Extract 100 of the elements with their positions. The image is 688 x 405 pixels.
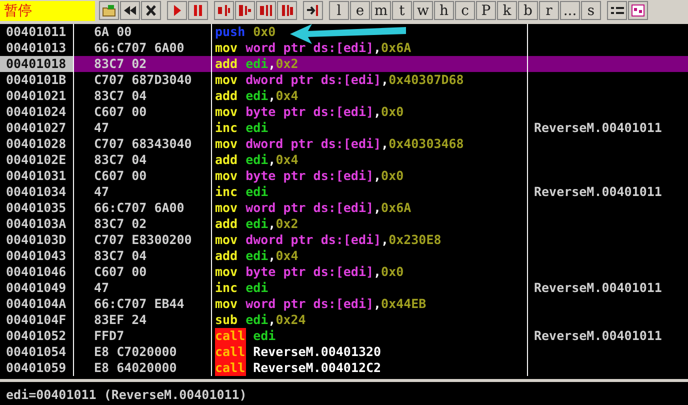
- operand: edi: [246, 120, 268, 136]
- mnemonic: mov: [215, 72, 239, 88]
- hex-cell: E8 64020000: [74, 360, 212, 376]
- address-cell[interactable]: 00401052: [0, 328, 74, 344]
- operand: edi: [246, 248, 268, 264]
- operand: word ptr ds:[edi]: [246, 200, 374, 216]
- address-cell[interactable]: 0040103A: [0, 216, 74, 232]
- mnemonic: inc: [215, 280, 239, 296]
- address-cell[interactable]: 00401043: [0, 248, 74, 264]
- address-cell[interactable]: 00401049: [0, 280, 74, 296]
- toolbar-letter-button[interactable]: t: [392, 1, 412, 20]
- mnemonic: call: [215, 360, 246, 376]
- operand: ,: [381, 232, 389, 248]
- mnemonic: mov: [215, 264, 239, 280]
- operand: 0x4: [276, 88, 298, 104]
- hex-cell: C707 68343040: [74, 136, 212, 152]
- operand: 0x24: [276, 312, 306, 328]
- mnemonic: add: [215, 216, 239, 232]
- mnemonic: sub: [215, 312, 239, 328]
- address-cell[interactable]: 00401035: [0, 200, 74, 216]
- operand: 0x0: [381, 264, 404, 280]
- toolbar-letter-button[interactable]: r: [539, 1, 559, 20]
- operand: ,: [374, 296, 382, 312]
- hex-cell: E8 C7020000: [74, 344, 212, 360]
- operand: dword ptr ds:[edi]: [246, 72, 382, 88]
- operand: ,: [268, 152, 276, 168]
- hex-cell: 83C7 04: [74, 88, 212, 104]
- hex-cell: 83C7 02: [74, 216, 212, 232]
- toolbar-letter-button[interactable]: k: [497, 1, 517, 20]
- operand: 0x0: [381, 168, 404, 184]
- address-cell[interactable]: 0040104A: [0, 296, 74, 312]
- address-cell[interactable]: 00401028: [0, 136, 74, 152]
- operand: edi: [246, 88, 268, 104]
- operand: 0x44EB: [381, 296, 426, 312]
- hex-cell: 83EF 24: [74, 312, 212, 328]
- mnemonic: inc: [215, 120, 239, 136]
- address-cell[interactable]: 00401046: [0, 264, 74, 280]
- operand: 0x2: [276, 56, 298, 72]
- info-text: edi=00401011 (ReverseM.00401011): [5, 387, 247, 402]
- mnemonic: mov: [215, 296, 239, 312]
- operand: 0x2: [276, 216, 298, 232]
- address-cell[interactable]: 0040101B: [0, 72, 74, 88]
- hex-cell: C607 00: [74, 264, 212, 280]
- mnemonic: inc: [215, 184, 239, 200]
- operand: byte ptr ds:[edi]: [246, 264, 374, 280]
- hex-cell: FFD7: [74, 328, 212, 344]
- toolbar-letter-button[interactable]: P: [476, 1, 496, 20]
- operand: ,: [374, 168, 382, 184]
- operand: ,: [268, 88, 276, 104]
- mnemonic: mov: [215, 168, 239, 184]
- operand: ,: [374, 264, 382, 280]
- operand: 0x40303468: [388, 136, 464, 152]
- comment-cell-text: ReverseM.00401011: [533, 280, 662, 296]
- toolbar-letter-button[interactable]: b: [518, 1, 538, 20]
- mnemonic: call: [215, 328, 246, 344]
- toolbar-letter-button[interactable]: h: [434, 1, 454, 20]
- operand: dword ptr ds:[edi]: [246, 136, 382, 152]
- mnemonic: mov: [215, 40, 239, 56]
- address-cell[interactable]: 00401031: [0, 168, 74, 184]
- status-label: 暂停: [0, 0, 95, 20]
- operand: ,: [374, 200, 382, 216]
- toolbar-letter-button[interactable]: w: [413, 1, 433, 20]
- address-cell[interactable]: 00401021: [0, 88, 74, 104]
- operand: ReverseM.004012C2: [253, 360, 382, 376]
- address-cell[interactable]: 00401027: [0, 120, 74, 136]
- operand: edi: [246, 152, 268, 168]
- comment-cell-text: ReverseM.00401011: [533, 184, 662, 200]
- operand: ,: [374, 104, 382, 120]
- address-cell[interactable]: 00401054: [0, 344, 74, 360]
- address-cell[interactable]: 00401018: [0, 56, 74, 72]
- toolbar-letter-button[interactable]: s: [581, 1, 601, 20]
- hex-cell: 66:C707 6A00: [74, 200, 212, 216]
- toolbar-letter-button[interactable]: m: [371, 1, 391, 20]
- address-cell[interactable]: 00401059: [0, 360, 74, 376]
- address-cell[interactable]: 0040104F: [0, 312, 74, 328]
- hex-cell: C607 00: [74, 168, 212, 184]
- toolbar-letter-button[interactable]: c: [455, 1, 475, 20]
- address-cell[interactable]: 00401011: [0, 24, 74, 40]
- toolbar-letter-button[interactable]: l: [329, 1, 349, 20]
- operand: ,: [268, 216, 276, 232]
- address-cell[interactable]: 0040103D: [0, 232, 74, 248]
- address-cell[interactable]: 00401034: [0, 184, 74, 200]
- mnemonic: mov: [215, 136, 239, 152]
- toolbar-letter-button[interactable]: ...: [560, 1, 580, 20]
- mnemonic: mov: [215, 232, 239, 248]
- operand: ,: [268, 312, 276, 328]
- address-cell[interactable]: 0040102E: [0, 152, 74, 168]
- operand: edi: [246, 184, 268, 200]
- hex-cell: 47: [74, 280, 212, 296]
- mnemonic: add: [215, 248, 239, 264]
- operand: 0x0: [381, 104, 404, 120]
- operand: edi: [246, 216, 268, 232]
- operand: edi: [246, 312, 268, 328]
- address-cell[interactable]: 00401024: [0, 104, 74, 120]
- hex-cell: C607 00: [74, 104, 212, 120]
- operand: 0x40307D68: [388, 72, 464, 88]
- operand: ,: [381, 72, 389, 88]
- hex-cell: 83C7 04: [74, 152, 212, 168]
- hex-cell: 83C7 04: [74, 248, 212, 264]
- toolbar-letter-button[interactable]: e: [350, 1, 370, 20]
